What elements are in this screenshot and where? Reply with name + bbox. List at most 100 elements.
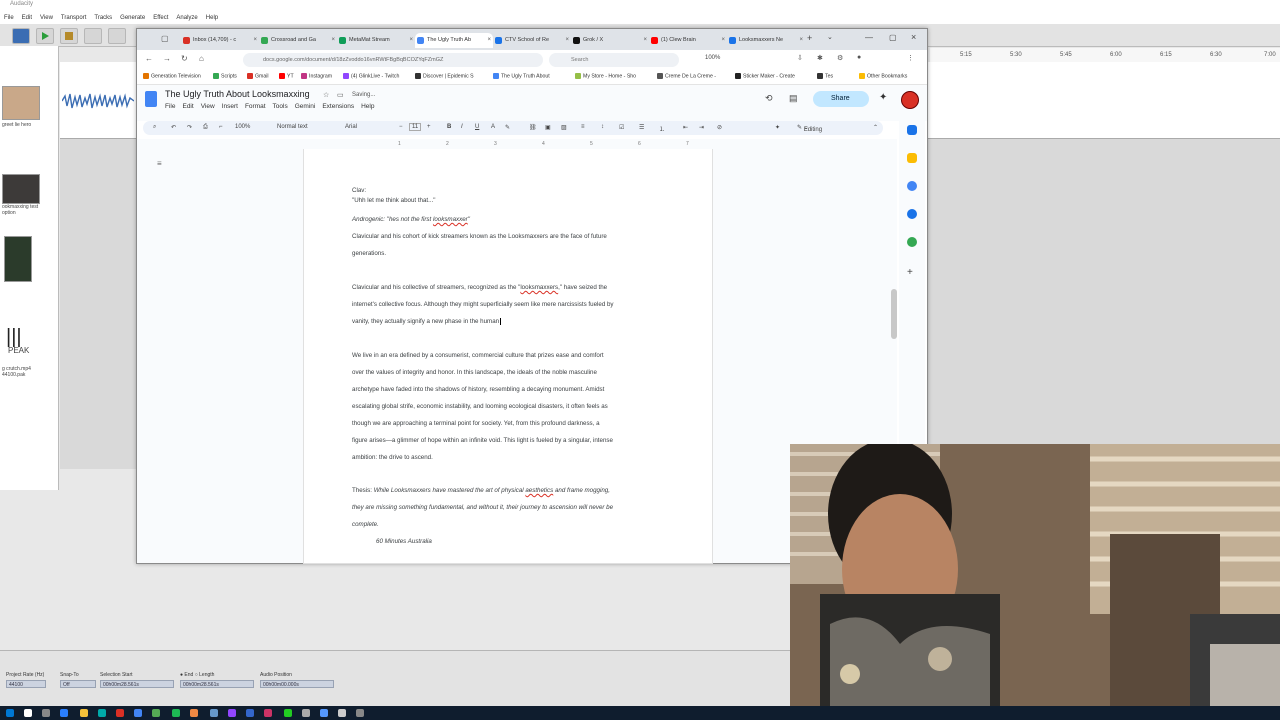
bookmark[interactable]: My Store - Home - Sho (575, 73, 636, 79)
app-icon[interactable] (228, 709, 236, 717)
keep-icon[interactable] (907, 153, 917, 163)
editing-mode-select[interactable]: ✎ Editing ⌄ (797, 124, 822, 133)
text-color-icon[interactable]: A (491, 124, 495, 130)
audacity-menu-transport[interactable]: Transport (61, 15, 86, 21)
line-spacing-icon[interactable]: ↕ (601, 124, 604, 130)
maps-icon[interactable] (907, 237, 917, 247)
app-icon[interactable] (338, 709, 346, 717)
align-icon[interactable]: ≡ (581, 124, 585, 130)
taskview-icon[interactable] (42, 709, 50, 717)
highlight-icon[interactable]: ✎ (505, 124, 510, 131)
tab-ctv-school[interactable]: CTV School of Re × (493, 33, 571, 48)
bookmark[interactable]: (4) GlinkLive - Twitch (343, 73, 399, 79)
misspelled-word[interactable]: looksmaxxers (520, 284, 558, 291)
document-title[interactable]: The Ugly Truth About Looksmaxxing (165, 89, 310, 99)
menu-insert[interactable]: Insert (222, 103, 238, 110)
gemini-edit-icon[interactable]: ✦ (775, 124, 780, 131)
maximize-button[interactable]: ▢ (889, 33, 897, 42)
audacity-menu-help[interactable]: Help (206, 15, 218, 21)
print-icon[interactable]: ⎙ (203, 124, 208, 131)
bookmark[interactable]: Gmail (247, 73, 269, 79)
skip-end-button[interactable] (108, 28, 126, 44)
search-icon[interactable] (24, 709, 32, 717)
close-icon[interactable]: × (565, 33, 569, 48)
italic-button[interactable]: I (461, 124, 463, 130)
menu-view[interactable]: View (201, 103, 215, 110)
paint-format-icon[interactable]: ⌐ (219, 124, 223, 130)
font-size-increase[interactable]: + (427, 124, 431, 130)
audacity-taskbar-icon[interactable] (190, 709, 198, 717)
bookmark[interactable]: Generation Television (143, 73, 201, 79)
project-rate-select[interactable]: 44100 (6, 680, 46, 688)
chrome-icon[interactable] (134, 709, 142, 717)
move-icon[interactable]: ▭ (337, 91, 344, 99)
menu-edit[interactable]: Edit (182, 103, 193, 110)
thumbnail-image[interactable] (4, 236, 32, 282)
download-icon[interactable]: ⇩ (797, 54, 803, 62)
menu-extensions[interactable]: Extensions (322, 103, 354, 110)
underline-button[interactable]: U (475, 124, 479, 130)
file-label[interactable]: g crutch.mp4 44100.pak (2, 366, 46, 378)
font-size-field[interactable]: 11 (409, 123, 422, 131)
close-icon[interactable]: × (487, 33, 491, 48)
start-icon[interactable] (6, 709, 14, 717)
tab-looksmaxxers[interactable]: Looksmaxxers Ne × (727, 33, 805, 48)
close-window-button[interactable]: × (911, 32, 916, 42)
forward-icon[interactable]: → (163, 54, 171, 63)
new-tab-button[interactable]: + (807, 33, 812, 43)
home-icon[interactable]: ⌂ (199, 54, 204, 63)
menu-file[interactable]: File (165, 103, 175, 110)
misspelled-word[interactable]: looksmaxxer (433, 216, 468, 223)
add-comment-icon[interactable]: ▣ (545, 124, 551, 131)
app-icon[interactable] (172, 709, 180, 717)
snap-select[interactable]: Off (60, 680, 96, 688)
close-icon[interactable]: × (331, 33, 335, 48)
tab-ugly-truth[interactable]: The Ugly Truth Ab × (415, 33, 493, 48)
minimize-button[interactable]: — (865, 33, 873, 42)
play-button[interactable] (36, 28, 54, 44)
star-icon[interactable]: ☆ (323, 91, 329, 99)
menu-tools[interactable]: Tools (273, 103, 288, 110)
audacity-menu-file[interactable]: File (4, 15, 14, 21)
zoom-select[interactable]: 100% (235, 124, 250, 130)
app-icon[interactable] (116, 709, 124, 717)
app-icon[interactable] (98, 709, 106, 717)
bookmark[interactable]: Sticker Maker - Create (735, 73, 795, 79)
bookmark[interactable]: YT (279, 73, 294, 79)
app-icon[interactable] (246, 709, 254, 717)
bookmark[interactable]: The Ugly Truth About (493, 73, 550, 79)
tab-search-icon[interactable]: ▢ (161, 34, 169, 43)
menu-gemini[interactable]: Gemini (295, 103, 316, 110)
clear-formatting-icon[interactable]: ⊘ (717, 124, 722, 131)
tab-grok[interactable]: Grok / X × (571, 33, 649, 48)
folder-icon[interactable] (80, 709, 88, 717)
edge-icon[interactable] (60, 709, 68, 717)
font-size-decrease[interactable]: − (399, 124, 403, 130)
reload-icon[interactable]: ↻ (181, 54, 188, 63)
history-icon[interactable]: ⟲ (765, 93, 773, 104)
close-icon[interactable]: × (409, 33, 413, 48)
tab-metamat[interactable]: MetaMat Stream × (337, 33, 415, 48)
app-icon[interactable] (284, 709, 292, 717)
app-icon[interactable] (320, 709, 328, 717)
avatar[interactable] (901, 91, 919, 109)
bookmark[interactable]: Discover | Epidemic S (415, 73, 474, 79)
menu-help[interactable]: Help (361, 103, 374, 110)
link-icon[interactable]: ⛓ (529, 124, 537, 131)
numbered-list-icon[interactable]: ⒈ (659, 124, 665, 133)
end-radio-label[interactable]: ● End ○ Length (180, 672, 214, 678)
indent-increase-icon[interactable]: ⇥ (699, 124, 704, 131)
bookmark-folder[interactable]: Other Bookmarks (859, 73, 907, 79)
bulleted-list-icon[interactable]: ☰ (639, 124, 644, 131)
bookmark[interactable]: Creme De La Creme - (657, 73, 716, 79)
menu-format[interactable]: Format (245, 103, 266, 110)
pause-button[interactable] (12, 28, 30, 44)
add-addon-icon[interactable]: + (907, 267, 913, 278)
thumbnail-image[interactable] (2, 86, 40, 120)
app-icon[interactable] (210, 709, 218, 717)
selection-end-field[interactable]: 00h00m28.561s (180, 680, 254, 688)
selection-start-field[interactable]: 00h00m28.561s (100, 680, 174, 688)
zoom-indicator[interactable]: 100% (705, 55, 720, 61)
bookmark[interactable]: Tes (817, 73, 833, 79)
misspelled-word[interactable]: aesthetics (525, 487, 553, 494)
